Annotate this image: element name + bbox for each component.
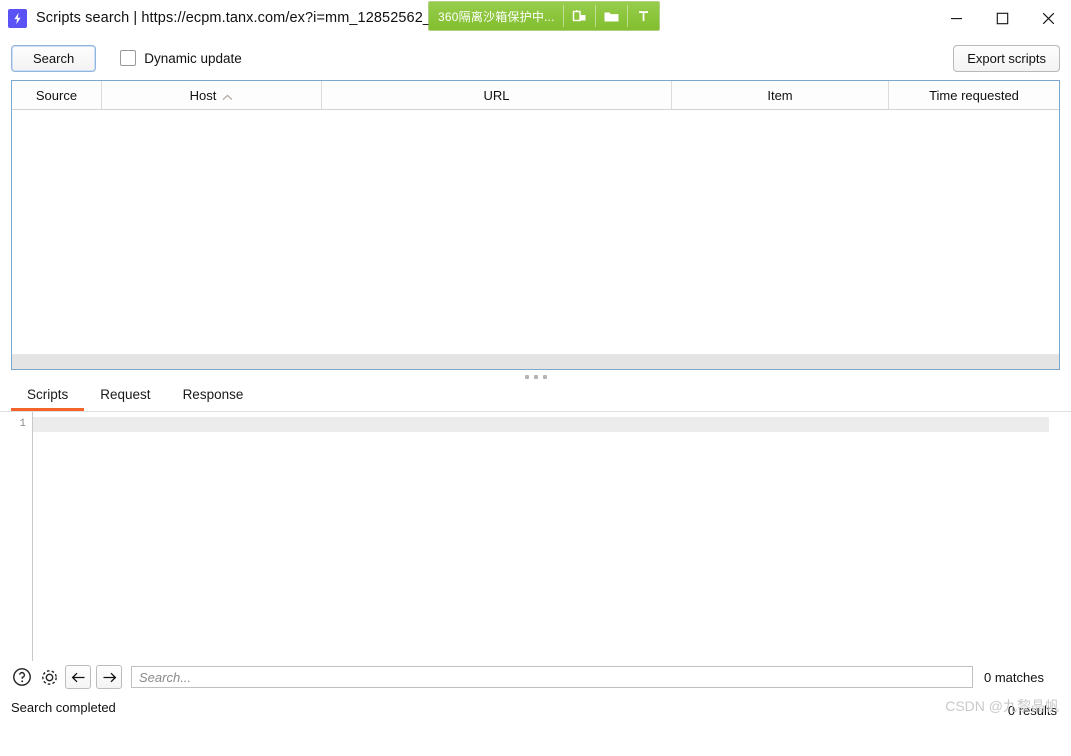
column-header-item-label: Item (767, 87, 793, 103)
close-icon[interactable] (1025, 0, 1071, 36)
current-line-highlight (33, 417, 1049, 432)
detail-tabs: Scripts Request Response (0, 384, 1071, 412)
column-header-time-requested-label: Time requested (929, 87, 1019, 103)
results-horizontal-scrollbar[interactable] (12, 354, 1059, 369)
column-header-url-label: URL (483, 87, 510, 103)
status-bar: Search completed 0 results CSDN @九黎晶帆 (0, 693, 1071, 721)
editor-find-bar: 0 matches (0, 661, 1071, 693)
scripts-editor[interactable]: 1 (0, 412, 1071, 661)
line-number: 1 (19, 418, 26, 430)
find-previous-button[interactable] (65, 665, 91, 689)
results-table-body[interactable] (12, 110, 1059, 354)
tab-scripts[interactable]: Scripts (11, 387, 85, 411)
sandbox-window-icon[interactable] (564, 2, 595, 30)
column-header-url[interactable]: URL (322, 81, 672, 109)
sandbox-badge-label: 360隔离沙箱保护中... (438, 9, 555, 24)
status-text: Search completed (11, 699, 116, 715)
splitter-dot (533, 375, 538, 379)
dynamic-update-checkbox[interactable] (120, 50, 137, 66)
splitter-dot (542, 375, 547, 379)
pin-icon[interactable] (628, 2, 659, 30)
column-header-item[interactable]: Item (672, 81, 889, 109)
folder-icon[interactable] (596, 2, 627, 30)
maximize-icon[interactable] (979, 0, 1025, 36)
results-table: Source Host URL Item Time requested (11, 80, 1060, 370)
column-header-source-label: Source (35, 87, 78, 103)
column-header-host-label: Host (189, 87, 217, 103)
splitter-dot (524, 375, 529, 379)
question-mark-icon[interactable] (11, 666, 33, 688)
window-controls (933, 0, 1071, 36)
search-button[interactable]: Search (11, 44, 97, 72)
search-toolbar: Search Dynamic update Export scripts (0, 36, 1071, 80)
column-header-host[interactable]: Host (102, 81, 322, 109)
dynamic-update-control[interactable]: Dynamic update (120, 50, 242, 66)
tab-response[interactable]: Response (167, 387, 260, 411)
search-input[interactable] (131, 666, 973, 688)
match-count-label: 0 matches (984, 669, 1044, 685)
editor-line-gutter: 1 (0, 412, 33, 661)
panel-splitter[interactable] (0, 370, 1071, 384)
chevron-up-icon (222, 89, 233, 104)
export-scripts-button[interactable]: Export scripts (953, 44, 1060, 72)
lightning-bolt-icon (8, 8, 27, 28)
sandbox-protection-badge[interactable]: 360隔离沙箱保护中... (429, 2, 659, 30)
title-bar: Scripts search | https://ecpm.tanx.com/e… (0, 0, 1071, 36)
column-header-time-requested[interactable]: Time requested (889, 81, 1059, 109)
editor-code-area[interactable] (33, 412, 1071, 661)
dynamic-update-label: Dynamic update (144, 50, 242, 66)
results-table-header: Source Host URL Item Time requested (12, 81, 1059, 110)
find-next-button[interactable] (96, 665, 122, 689)
gear-icon[interactable] (38, 666, 60, 688)
results-count-label: 0 results (1007, 703, 1057, 718)
tab-request[interactable]: Request (84, 387, 166, 411)
minimize-icon[interactable] (933, 0, 979, 36)
column-header-source[interactable]: Source (12, 81, 102, 109)
